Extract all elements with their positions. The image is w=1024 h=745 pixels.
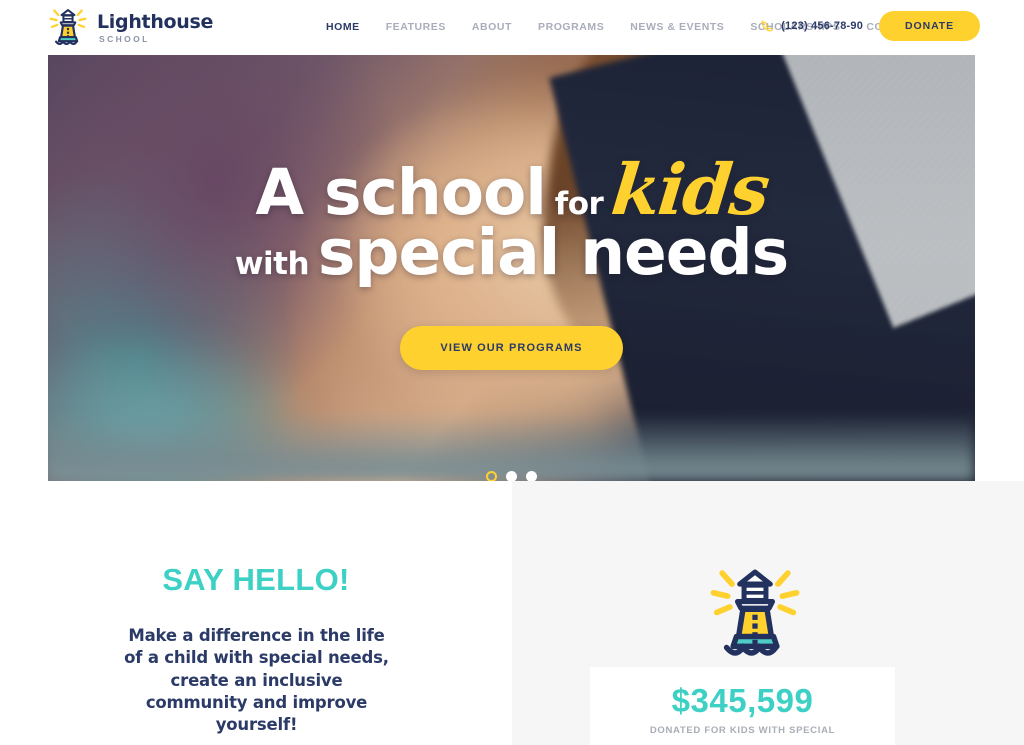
brand-name: Lighthouse — [97, 10, 214, 33]
page-root: Lighthouse SCHOOL HOME FEATURES ABOUT PR… — [0, 0, 1024, 745]
brand-text: Lighthouse SCHOOL — [97, 11, 213, 44]
donation-stats-section: $345,599 DONATED FOR KIDS WITH SPECIAL — [512, 481, 1024, 745]
intro-body: Make a difference in the life of a child… — [124, 626, 389, 735]
intro-section: SAY HELLO! Make a difference in the life… — [0, 481, 512, 745]
brand-logo[interactable]: Lighthouse SCHOOL — [46, 5, 213, 49]
hero-title-part-kids: kids — [607, 148, 773, 231]
hero-content: A school for kids with special needs VIE… — [48, 55, 975, 481]
hero-title-line-1: A school for kids — [235, 148, 788, 231]
site-header: Lighthouse SCHOOL HOME FEATURES ABOUT PR… — [0, 0, 1024, 55]
phone-link[interactable]: (123) 456-78-90 — [760, 19, 863, 33]
phone-number: (123) 456-78-90 — [781, 20, 864, 32]
hero-title: A school for kids with special needs — [234, 148, 789, 284]
intro-heading: SAY HELLO! — [162, 562, 350, 597]
hero-slider: A school for kids with special needs VIE… — [48, 55, 975, 481]
nav-item-home[interactable]: HOME — [313, 21, 373, 33]
nav-item-programs[interactable]: PROGRAMS — [525, 21, 617, 33]
donate-button[interactable]: DONATE — [879, 11, 980, 41]
nav-item-features[interactable]: FEATURES — [373, 21, 459, 33]
donation-amount: $345,599 — [671, 682, 814, 719]
view-programs-button[interactable]: VIEW OUR PROGRAMS — [400, 326, 623, 371]
donation-stat-card: $345,599 DONATED FOR KIDS WITH SPECIAL — [590, 667, 895, 745]
hero-title-part-with: with — [234, 245, 310, 282]
nav-item-about[interactable]: ABOUT — [459, 21, 525, 33]
phone-icon — [760, 19, 774, 33]
lighthouse-icon — [700, 560, 810, 665]
lighthouse-icon — [46, 5, 90, 49]
donation-label: DONATED FOR KIDS WITH SPECIAL — [649, 725, 836, 736]
hero-title-line-2: with special needs — [234, 221, 789, 284]
brand-subtitle: SCHOOL — [99, 33, 150, 44]
header-actions: (123) 456-78-90 DONATE — [760, 11, 980, 41]
nav-item-news-events[interactable]: NEWS & EVENTS — [617, 21, 737, 33]
